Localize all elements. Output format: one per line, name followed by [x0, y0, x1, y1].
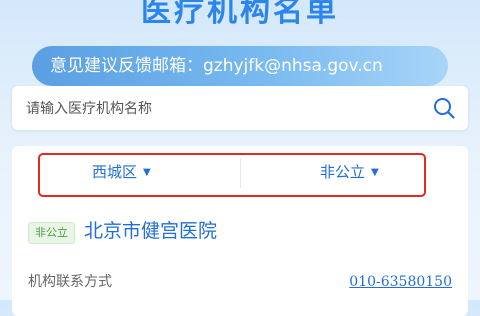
- institution-name[interactable]: 北京市健宫医院: [84, 217, 217, 245]
- filter-divider: [240, 158, 241, 188]
- dropdown-caret-icon: ▼: [143, 167, 151, 178]
- contact-label: 机构联系方式: [28, 274, 112, 290]
- search-input[interactable]: [24, 86, 428, 132]
- dropdown-caret-icon: ▼: [371, 167, 379, 178]
- search-bar: [12, 86, 468, 132]
- search-icon[interactable]: [432, 96, 456, 120]
- page-title: 医疗机构名单: [141, 0, 339, 29]
- filter-bar: 西城区 ▼ 非公立 ▼: [12, 146, 468, 198]
- ownership-filter-dropdown[interactable]: 非公立 ▼: [320, 146, 379, 198]
- feedback-email-banner: 意见建议反馈邮箱：gzhyjfk@nhsa.gov.cn: [32, 46, 448, 86]
- ownership-filter-label: 非公立: [320, 163, 366, 181]
- district-filter-label: 西城区: [92, 163, 138, 181]
- contact-phone-link[interactable]: 010-63580150: [349, 272, 452, 292]
- result-card: 西城区 ▼ 非公立 ▼ 非公立 北京市健宫医院 机构联系方式 010-6358015…: [12, 146, 468, 316]
- district-filter-dropdown[interactable]: 西城区 ▼: [92, 146, 151, 198]
- ownership-badge: 非公立: [28, 222, 75, 244]
